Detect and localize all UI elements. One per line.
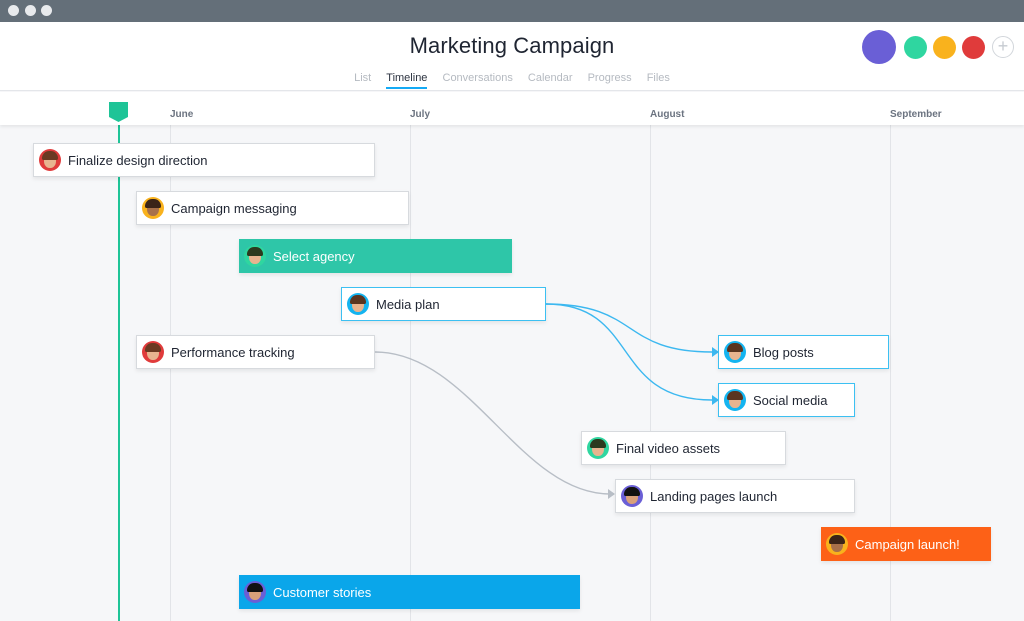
assignee-avatar [347,293,369,315]
task-label: Select agency [273,248,355,264]
assignee-avatar [142,197,164,219]
task-label: Landing pages launch [650,488,778,504]
dependency-link [545,303,713,353]
assignee-avatar [244,581,266,603]
task-blog-posts[interactable]: Blog posts [718,335,889,369]
assignee-avatar [39,149,61,171]
dependency-arrow-icon [608,489,615,499]
task-label: Finalize design direction [68,152,208,168]
task-campaign-launch[interactable]: Campaign launch! [821,527,991,561]
task-label: Blog posts [753,344,814,360]
task-label: Campaign messaging [171,200,297,216]
task-media-plan[interactable]: Media plan [341,287,546,321]
task-label: Media plan [376,296,440,312]
assignee-avatar [587,437,609,459]
task-final-video-assets[interactable]: Final video assets [581,431,786,465]
task-label: Final video assets [616,440,721,456]
dependency-link [545,303,713,401]
assignee-avatar [724,341,746,363]
task-label: Customer stories [273,584,372,600]
task-label: Performance tracking [171,344,295,360]
task-label: Campaign launch! [855,536,960,552]
task-social-media[interactable]: Social media [718,383,855,417]
task-finalize-design-direction[interactable]: Finalize design direction [33,143,375,177]
task-customer-stories[interactable]: Customer stories [239,575,580,609]
assignee-avatar [826,533,848,555]
dependency-link [374,351,611,495]
task-campaign-messaging[interactable]: Campaign messaging [136,191,409,225]
task-performance-tracking[interactable]: Performance tracking [136,335,375,369]
task-landing-pages-launch[interactable]: Landing pages launch [615,479,855,513]
assignee-avatar [621,485,643,507]
assignee-avatar [142,341,164,363]
assignee-avatar [724,389,746,411]
task-label: Social media [753,392,828,408]
assignee-avatar [244,245,266,267]
task-select-agency[interactable]: Select agency [239,239,512,273]
